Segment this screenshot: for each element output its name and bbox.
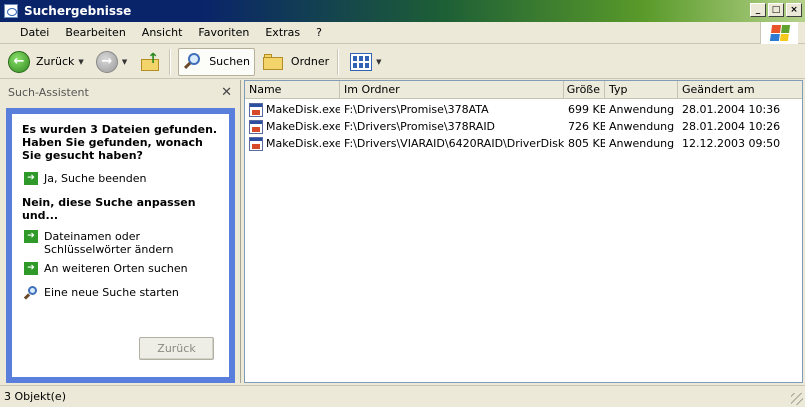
search-icon	[23, 286, 38, 300]
resize-grip-icon[interactable]	[791, 393, 803, 405]
search-more-locations-label: An weiteren Orten suchen	[44, 262, 188, 275]
toolbar-separator	[169, 48, 171, 75]
search-assistant-header: Such-Assistent ✕	[0, 80, 240, 104]
windows-flag-icon	[769, 25, 790, 41]
window-title: Suchergebnisse	[24, 4, 132, 18]
file-name: MakeDisk.exe	[266, 137, 340, 150]
views-button[interactable]: ▼	[346, 48, 385, 76]
result-message: Es wurden 3 Dateien gefunden. Haben Sie …	[22, 123, 218, 162]
file-folder: F:\Drivers\Promise\378ATA	[344, 103, 489, 116]
menu-favoriten[interactable]: Favoriten	[190, 26, 257, 39]
search-assistant-title: Such-Assistent	[8, 85, 89, 99]
column-header-modified[interactable]: Geändert am	[678, 81, 802, 98]
file-size: 726 KB	[568, 120, 605, 133]
change-keywords-link[interactable]: ➔ Dateinamen oder Schlüsselwörter ändern	[22, 230, 219, 256]
file-modified: 28.01.2004 10:36	[682, 103, 781, 116]
menu-datei[interactable]: Datei	[12, 26, 57, 39]
toolbar-separator	[337, 48, 339, 75]
search-button[interactable]: Suchen	[178, 47, 255, 76]
folder-icon	[262, 53, 285, 71]
back-button[interactable]: ← Zurück ▼	[4, 48, 88, 76]
search-window-icon	[4, 4, 18, 18]
menu-help[interactable]: ?	[308, 26, 330, 39]
finish-search-label: Ja, Suche beenden	[44, 172, 147, 185]
file-modified: 12.12.2003 09:50	[682, 137, 781, 150]
file-name: MakeDisk.exe	[266, 120, 340, 133]
column-header-folder[interactable]: Im Ordner	[340, 81, 564, 98]
green-arrow-icon: ➔	[24, 172, 38, 185]
close-button[interactable]: ×	[786, 3, 802, 17]
back-arrow-icon: ←	[8, 50, 30, 73]
column-header-name[interactable]: Name	[245, 81, 340, 98]
back-button-label: Zurück	[36, 55, 75, 68]
menu-ansicht[interactable]: Ansicht	[134, 26, 191, 39]
window-controls: _ □ ×	[750, 3, 802, 17]
table-row[interactable]: MakeDisk.exe F:\Drivers\VIARAID\6420RAID…	[245, 135, 802, 152]
new-search-link[interactable]: Eine neue Suche starten	[22, 286, 219, 300]
up-folder-button[interactable]: ↑	[135, 48, 165, 76]
file-size: 699 KB	[568, 103, 605, 116]
file-folder: F:\Drivers\VIARAID\6420RAID\DriverDisk	[344, 137, 564, 150]
file-type: Anwendung	[609, 137, 675, 150]
file-size: 805 KB	[568, 137, 605, 150]
menu-bar: Datei Bearbeiten Ansicht Favoriten Extra…	[0, 22, 805, 44]
views-dropdown-icon[interactable]: ▼	[376, 58, 381, 66]
file-name: MakeDisk.exe	[266, 103, 340, 116]
application-icon	[249, 136, 263, 151]
column-header-size[interactable]: Größe	[564, 81, 605, 98]
forward-button[interactable]: → ▼	[92, 48, 131, 76]
maximize-button[interactable]: □	[768, 3, 784, 17]
file-type: Anwendung	[609, 120, 675, 133]
change-keywords-label: Dateinamen oder Schlüsselwörter ändern	[44, 230, 174, 256]
results-list[interactable]: Name Im Ordner Größe Typ Geändert am Mak…	[244, 80, 803, 383]
assistant-back-button[interactable]: Zurück	[139, 337, 214, 360]
application-icon	[249, 119, 263, 134]
green-arrow-icon: ➔	[24, 262, 38, 275]
file-modified: 28.01.2004 10:26	[682, 120, 781, 133]
forward-arrow-icon: →	[95, 50, 118, 73]
status-bar: 3 Objekt(e)	[0, 385, 805, 407]
forward-dropdown-icon[interactable]: ▼	[122, 58, 127, 66]
folders-button-label: Ordner	[290, 55, 330, 68]
green-arrow-icon: ➔	[24, 230, 38, 243]
folder-up-icon: ↑	[139, 51, 161, 73]
column-header-row: Name Im Ordner Größe Typ Geändert am	[245, 81, 802, 99]
table-row[interactable]: MakeDisk.exe F:\Drivers\Promise\378RAID …	[245, 118, 802, 135]
search-more-locations-link[interactable]: ➔ An weiteren Orten suchen	[22, 262, 219, 275]
search-button-label: Suchen	[209, 55, 250, 68]
menu-extras[interactable]: Extras	[257, 26, 308, 39]
finish-search-link[interactable]: ➔ Ja, Suche beenden	[22, 172, 219, 185]
file-type: Anwendung	[609, 103, 675, 116]
file-folder: F:\Drivers\Promise\378RAID	[344, 120, 496, 133]
refine-heading: Nein, diese Suche anpassen und...	[22, 196, 196, 222]
search-assistant-content: Es wurden 3 Dateien gefunden. Haben Sie …	[12, 114, 229, 377]
views-icon	[350, 52, 373, 71]
close-pane-icon[interactable]: ✕	[221, 85, 232, 100]
windows-logo	[760, 22, 798, 44]
back-dropdown-icon[interactable]: ▼	[78, 58, 83, 66]
search-assistant-panel: Es wurden 3 Dateien gefunden. Haben Sie …	[6, 108, 235, 383]
table-row[interactable]: MakeDisk.exe F:\Drivers\Promise\378ATA 6…	[245, 101, 802, 118]
folders-button[interactable]: Ordner	[259, 48, 333, 76]
search-assistant-pane: Such-Assistent ✕ Es wurden 3 Dateien gef…	[0, 80, 241, 383]
search-icon	[183, 52, 203, 72]
minimize-button[interactable]: _	[750, 3, 766, 17]
application-icon	[249, 102, 263, 117]
title-bar[interactable]: Suchergebnisse _ □ ×	[0, 0, 805, 22]
menu-bearbeiten[interactable]: Bearbeiten	[57, 26, 133, 39]
column-header-type[interactable]: Typ	[605, 81, 678, 98]
new-search-label: Eine neue Suche starten	[44, 286, 179, 299]
status-text: 3 Objekt(e)	[4, 390, 66, 403]
toolbar: ← Zurück ▼ → ▼ ↑ Suchen Ordner ▼	[0, 45, 805, 79]
